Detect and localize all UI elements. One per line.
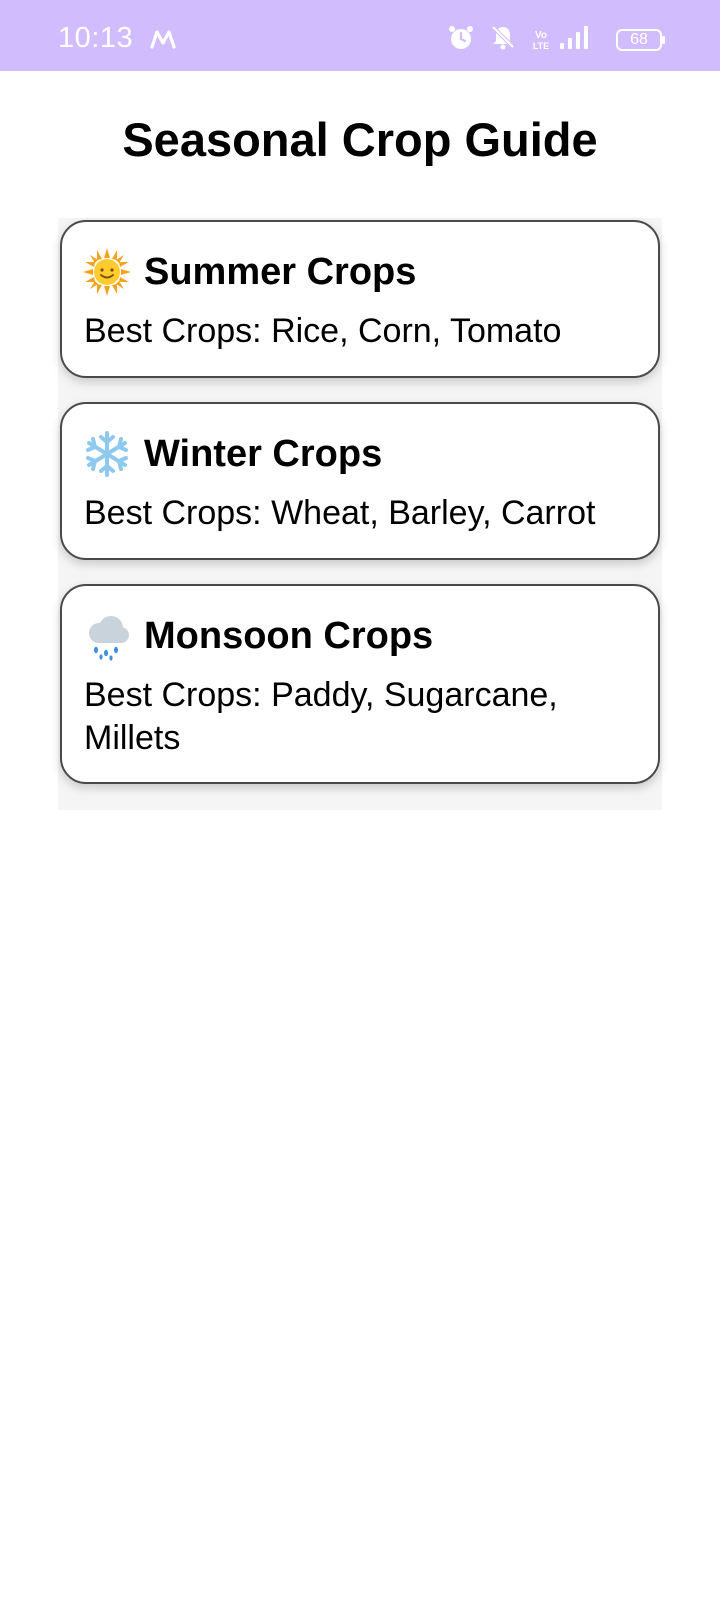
svg-text:Vo: Vo <box>535 30 547 41</box>
card-header: Winter Crops <box>82 424 638 484</box>
sun-icon <box>83 248 131 296</box>
card-description: Best Crops: Paddy, Sugarcane, Millets <box>84 676 558 757</box>
card-header: Monsoon Crops <box>82 606 638 666</box>
page-title: Seasonal Crop Guide <box>122 113 598 166</box>
card-title: Winter Crops <box>144 432 383 475</box>
rain-cloud-icon <box>89 616 129 661</box>
crop-card-list: Summer Crops Best Crops: Rice, Corn, Tom… <box>58 218 662 810</box>
battery-icon: 68 <box>616 29 666 51</box>
card-summer-crops[interactable]: Summer Crops Best Crops: Rice, Corn, Tom… <box>60 220 660 378</box>
alarm-icon <box>449 26 473 49</box>
battery-level: 68 <box>630 31 648 48</box>
snowflake-icon <box>86 431 128 477</box>
m-icon <box>150 30 176 49</box>
status-bar: 10:13 Vo LTE 68 <box>0 0 720 71</box>
card-header: Summer Crops <box>82 242 638 302</box>
bell-off-icon <box>491 25 515 50</box>
card-winter-crops[interactable]: Winter Crops Best Crops: Wheat, Barley, … <box>60 402 660 560</box>
status-time: 10:13 <box>58 22 134 54</box>
signal-icon <box>560 26 588 49</box>
card-monsoon-crops[interactable]: Monsoon Crops Best Crops: Paddy, Sugarca… <box>60 584 660 784</box>
card-description: Best Crops: Rice, Corn, Tomato <box>84 312 562 350</box>
card-title: Monsoon Crops <box>144 614 434 657</box>
svg-text:LTE: LTE <box>533 41 549 50</box>
volte-icon: Vo LTE <box>533 30 549 50</box>
card-title: Summer Crops <box>144 250 417 293</box>
card-description: Best Crops: Wheat, Barley, Carrot <box>84 494 596 532</box>
